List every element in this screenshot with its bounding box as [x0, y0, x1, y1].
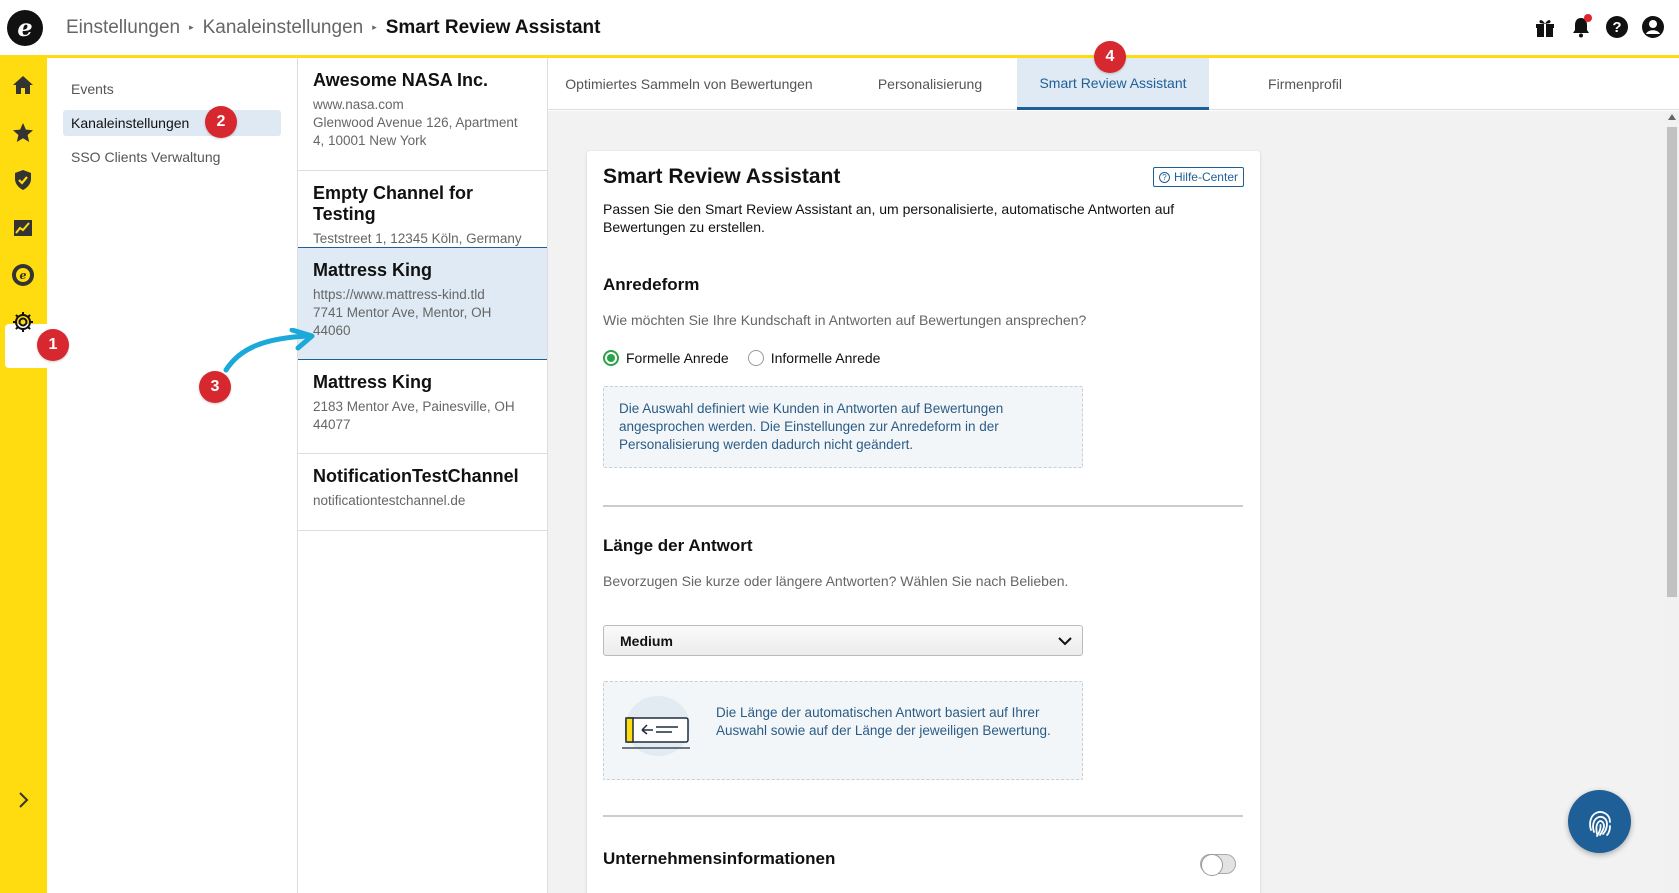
breadcrumb-current: Smart Review Assistant [385, 16, 601, 38]
radio-label[interactable]: Informelle Anrede [771, 350, 881, 366]
top-header: e Einstellungen ▸ Kanaleinstellungen ▸ S… [0, 0, 1679, 58]
section-divider [603, 505, 1243, 507]
fingerprint-icon [1588, 810, 1611, 837]
fingerprint-fab-button[interactable] [1568, 790, 1631, 853]
channel-item[interactable]: Empty Channel for Testing Teststreet 1, … [298, 171, 547, 248]
channel-detail: Glenwood Avenue 126, Apartment [313, 115, 518, 130]
radio-formelle-anrede[interactable] [603, 350, 619, 366]
channel-item[interactable]: Awesome NASA Inc. www.nasa.com Glenwood … [298, 58, 547, 171]
length-info-box: Die Länge der automatischen Antwort basi… [603, 681, 1083, 780]
tab-firmenprofil[interactable]: Firmenprofil [1209, 58, 1401, 110]
annotation-marker-2: 2 [205, 106, 237, 138]
subnav-item-kanaleinstellungen[interactable]: Kanaleinstellungen [63, 110, 281, 136]
annotation-marker-1: 1 [37, 329, 69, 361]
help-center-label: Hilfe-Center [1173, 170, 1238, 184]
section-divider [603, 815, 1243, 817]
channel-list: Awesome NASA Inc. www.nasa.com Glenwood … [298, 58, 548, 893]
help-icon[interactable]: ? [1604, 14, 1629, 39]
settings-subnav: Events Kanaleinstellungen SSO Clients Ve… [47, 58, 298, 893]
chevron-down-icon [1058, 637, 1072, 646]
section-title-anredeform: Anredeform [603, 275, 700, 294]
breadcrumb-separator-icon: ▸ [189, 22, 194, 32]
content-scrollbar[interactable] [1665, 111, 1679, 893]
channel-item-selected[interactable]: Mattress King https://www.mattress-kind.… [298, 247, 547, 360]
bell-icon[interactable] [1568, 14, 1593, 39]
main-content: Smart Review Assistant ? Hilfe-Center Pa… [548, 111, 1665, 893]
channel-item[interactable]: NotificationTestChannel notificationtest… [298, 454, 547, 531]
shield-check-icon[interactable] [10, 167, 36, 193]
svg-text:?: ? [1612, 19, 1621, 36]
trusted-shops-icon[interactable]: e [10, 262, 36, 288]
annotation-marker-4: 4 [1094, 41, 1126, 73]
notification-dot [1584, 14, 1592, 22]
help-center-button[interactable]: ? Hilfe-Center [1152, 167, 1244, 187]
question-circle-icon: ? [1158, 171, 1170, 183]
scrollbar-thumb[interactable] [1667, 127, 1677, 597]
length-question: Bevorzugen Sie kurze oder längere Antwor… [603, 573, 1069, 589]
length-select[interactable]: Medium [603, 625, 1083, 656]
breadcrumb-kanaleinstellungen[interactable]: Kanaleinstellungen [203, 17, 364, 39]
radio-informelle-anrede[interactable] [747, 350, 764, 366]
card-title: Smart Review Assistant [603, 165, 841, 188]
tab-optimiertes-sammeln[interactable]: Optimiertes Sammeln von Bewertungen [548, 58, 830, 110]
breadcrumb-einstellungen[interactable]: Einstellungen [66, 17, 180, 39]
svg-text:e: e [20, 269, 27, 282]
channel-detail: 4, 10001 New York [313, 133, 427, 148]
channel-name: Awesome NASA Inc. [313, 70, 489, 90]
breadcrumb: Einstellungen ▸ Kanaleinstellungen ▸ Sma… [66, 17, 600, 39]
channel-detail: https://www.mattress-kind.tld [313, 287, 485, 302]
salutation-info-box: Die Auswahl definiert wie Kunden in Antw… [603, 386, 1083, 468]
channel-name: Mattress King [313, 260, 433, 280]
section-title-unternehmensinformationen: Unternehmensinformationen [603, 849, 836, 868]
subnav-item-sso-clients[interactable]: SSO Clients Verwaltung [63, 144, 281, 170]
scroll-up-icon[interactable] [1668, 114, 1676, 120]
channel-detail: notificationtestchannel.de [313, 493, 466, 508]
gear-icon[interactable] [10, 309, 36, 335]
chart-icon[interactable] [10, 215, 36, 241]
channel-detail: 44077 [313, 417, 351, 432]
channel-name: Mattress King [313, 372, 433, 392]
salutation-question: Wie möchten Sie Ihre Kundschaft in Antwo… [603, 312, 1087, 328]
radio-label[interactable]: Formelle Anrede [626, 350, 729, 366]
channel-detail: Teststreet 1, 12345 Köln, Germany [313, 231, 522, 246]
logo[interactable]: e [7, 9, 43, 46]
channel-detail: 7741 Mentor Ave, Mentor, OH [313, 305, 492, 320]
star-icon[interactable] [10, 120, 36, 146]
channel-detail: www.nasa.com [313, 97, 404, 112]
company-info-toggle[interactable] [1200, 854, 1236, 876]
expand-chevron-icon[interactable] [10, 787, 36, 813]
gift-icon[interactable] [1532, 14, 1557, 39]
account-icon[interactable] [1640, 14, 1665, 39]
reply-illustration-icon [622, 696, 690, 756]
channel-detail: 44060 [313, 323, 351, 338]
section-title-laenge: Länge der Antwort [603, 536, 753, 555]
tab-personalisierung[interactable]: Personalisierung [830, 58, 1030, 110]
annotation-marker-3: 3 [199, 371, 231, 403]
salutation-radio-group: Formelle Anrede Informelle Anrede [603, 350, 880, 366]
length-select-value: Medium [620, 632, 673, 649]
channel-detail: 2183 Mentor Ave, Painesville, OH [313, 399, 515, 414]
channel-name: Empty Channel for Testing [313, 183, 474, 224]
breadcrumb-separator-icon: ▸ [372, 22, 377, 32]
length-info-text: Die Länge der automatischen Antwort basi… [716, 705, 1051, 738]
home-icon[interactable] [10, 72, 36, 98]
annotation-arrow-icon [223, 328, 315, 373]
channel-item[interactable]: Mattress King 2183 Mentor Ave, Painesvil… [298, 360, 547, 454]
card-intro: Passen Sie den Smart Review Assistant an… [603, 201, 1175, 235]
subnav-item-events[interactable]: Events [63, 76, 281, 102]
main-nav-rail: e [0, 58, 47, 893]
settings-card: Smart Review Assistant ? Hilfe-Center Pa… [587, 151, 1260, 893]
channel-name: NotificationTestChannel [313, 466, 519, 486]
